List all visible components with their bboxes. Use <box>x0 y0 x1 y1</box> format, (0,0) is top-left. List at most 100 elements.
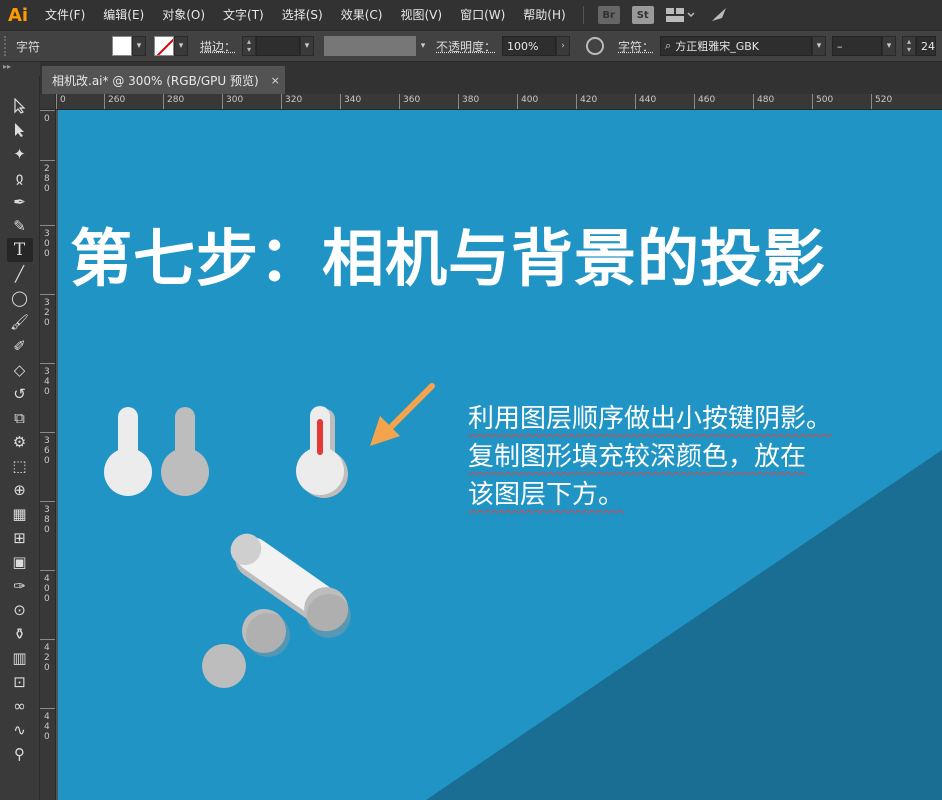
stroke-swatch[interactable] <box>154 36 174 56</box>
font-style-dropdown[interactable]: ▾ <box>882 36 897 56</box>
font-family-field[interactable]: ⌕ 方正粗雅宋_GBK <box>660 36 813 56</box>
canvas[interactable]: 第七步：相机与背景的投影 利用图层顺序做出小按键阴影。 复制图形填充较深颜色，放… <box>56 110 942 800</box>
ruler-tick-v: 420 <box>40 639 55 684</box>
rotate-tool-icon[interactable]: ↺ <box>7 382 33 406</box>
stroke-label[interactable]: 描边： <box>200 38 236 55</box>
ruler-tick-label: 380 <box>462 95 480 105</box>
menu-item-window[interactable]: 窗口(W) <box>451 0 514 30</box>
button-shadow[interactable] <box>161 407 209 496</box>
ruler-tick-label: 320 <box>44 298 50 328</box>
font-size-spinner[interactable]: ▴ ▾ <box>902 36 917 56</box>
fill-swatch[interactable] <box>112 36 132 56</box>
eyedropper-tool-icon[interactable]: ✑ <box>7 574 33 598</box>
artboard-title[interactable]: 第七步：相机与背景的投影 <box>70 208 826 298</box>
menu-separator <box>582 6 584 24</box>
free-transform-tool-icon[interactable]: ⬚ <box>7 454 33 478</box>
ruler-tick-h: 460 <box>694 94 734 109</box>
perspective-grid-tool-icon[interactable]: ▦ <box>7 502 33 526</box>
hand-tool-icon[interactable]: ∿ <box>7 718 33 742</box>
symbol-sprayer-tool-icon[interactable]: ⚱ <box>7 622 33 646</box>
tools-panel-header[interactable]: ▸▸ <box>0 62 40 76</box>
bridge-icon[interactable]: Br <box>597 6 620 24</box>
horizontal-ruler[interactable]: 0 260 280 300 320 340 360 380 400 420 440 460 480 500… <box>56 94 942 110</box>
note-line-1[interactable]: 利用图层顺序做出小按键阴影。 <box>468 398 832 435</box>
warp-tool-icon[interactable]: ⚙ <box>7 430 33 454</box>
shaper-tool-icon[interactable]: ✐ <box>7 334 33 358</box>
menu-item-object[interactable]: 对象(O) <box>153 0 214 30</box>
opacity-label[interactable]: 不透明度： <box>436 38 496 55</box>
font-style-field[interactable]: – <box>832 36 883 56</box>
recolor-artwork-icon[interactable] <box>586 37 605 55</box>
menu-item-select[interactable]: 选择(S) <box>273 0 332 30</box>
lasso-tool-icon[interactable]: ჲ <box>7 166 33 190</box>
type-tool-icon[interactable]: T <box>6 238 33 262</box>
close-icon[interactable]: × <box>271 74 280 87</box>
gradient-tool-icon[interactable]: ▣ <box>7 550 33 574</box>
ruler-tick-label: 320 <box>285 95 303 105</box>
artboard[interactable]: 第七步：相机与背景的投影 利用图层顺序做出小按键阴影。 复制图形填充较深颜色，放… <box>58 110 942 800</box>
menu-item-file[interactable]: 文件(F) <box>36 0 94 30</box>
stock-icon[interactable]: St <box>631 6 654 24</box>
pen-tool-icon[interactable]: ✒ <box>7 190 33 214</box>
ruler-tick-h: 380 <box>458 94 498 109</box>
panel-grip[interactable] <box>4 36 10 56</box>
font-size-field[interactable]: 24 <box>916 36 937 56</box>
opacity-arrow-button[interactable]: › <box>556 36 571 56</box>
ruler-tick-v: 280 <box>40 160 55 205</box>
column-graph-tool-icon[interactable]: ▥ <box>7 646 33 670</box>
note-line-3[interactable]: 该图层下方。 <box>468 474 624 511</box>
mesh-tool-icon[interactable]: ⊞ <box>7 526 33 550</box>
ruler-tick-h: 340 <box>340 94 380 109</box>
stroke-weight-spinner[interactable]: ▴ ▾ <box>242 36 257 56</box>
direct-selection-tool-icon[interactable] <box>7 118 33 142</box>
menu-item-help[interactable]: 帮助(H) <box>514 0 574 30</box>
eraser-tool-icon[interactable]: ◇ <box>7 358 33 382</box>
character-label[interactable]: 字符： <box>618 38 654 55</box>
stroke-dropdown[interactable]: ▾ <box>174 36 188 56</box>
curvature-tool-icon[interactable]: ✎ <box>7 214 33 238</box>
ruler-tick-label: 300 <box>44 229 50 259</box>
artboard-tool-icon[interactable]: ⊡ <box>7 670 33 694</box>
scale-tool-icon[interactable]: ⧉ <box>7 406 33 430</box>
profile-dropdown[interactable]: ▾ <box>416 36 431 56</box>
stroke-weight-field[interactable] <box>256 36 301 56</box>
document-tab[interactable]: 相机改.ai* @ 300% (RGB/GPU 预览) × <box>42 66 285 94</box>
blend-tool-icon[interactable]: ⊙ <box>7 598 33 622</box>
workspace-layout-icon[interactable] <box>665 8 696 22</box>
variable-width-profile[interactable] <box>324 36 417 56</box>
selection-tool-icon[interactable] <box>7 94 33 118</box>
vertical-ruler[interactable]: 0 280 300 320 340 360 380 400 420 440 <box>40 110 56 800</box>
magic-wand-tool-icon[interactable]: ✦ <box>7 142 33 166</box>
tools-panel: ✦ ჲ ✒ ✎ T ╱ ◯ 🖌 ✐ ◇ ↺ ⧉ ⚙ ⬚ ⊕ ▦ ⊞ ▣ ✑ ⊙ … <box>0 76 40 800</box>
font-family-dropdown[interactable]: ▾ <box>812 36 827 56</box>
ruler-tick-h: 320 <box>281 94 321 109</box>
button-light[interactable] <box>104 407 152 496</box>
ruler-tick-v: 300 <box>40 225 55 270</box>
paintbrush-tool-icon[interactable]: 🖌 <box>7 310 33 334</box>
menu-item-type[interactable]: 文字(T) <box>214 0 273 30</box>
ruler-tick-label: 520 <box>875 95 893 105</box>
ruler-tick-label: 420 <box>580 95 598 105</box>
ruler-origin[interactable] <box>40 94 56 110</box>
ruler-tick-h: 520 <box>871 94 911 109</box>
lens-pill-group[interactable] <box>202 525 362 688</box>
ruler-tick-label: 340 <box>44 367 50 397</box>
slice-tool-icon[interactable]: ∞ <box>7 694 33 718</box>
menu-item-view[interactable]: 视图(V) <box>391 0 451 30</box>
rocket-icon[interactable] <box>710 7 728 23</box>
shape-builder-tool-icon[interactable]: ⊕ <box>7 478 33 502</box>
ruler-tick-h: 480 <box>753 94 793 109</box>
ruler-tick-label: 280 <box>167 95 185 105</box>
menu-item-effect[interactable]: 效果(C) <box>332 0 392 30</box>
button-combined[interactable] <box>296 406 348 498</box>
fill-dropdown[interactable]: ▾ <box>132 36 146 56</box>
ruler-tick-v: 0 <box>40 110 55 155</box>
line-tool-icon[interactable]: ╱ <box>7 262 33 286</box>
search-icon: ⌕ <box>665 39 672 52</box>
menu-item-edit[interactable]: 编辑(E) <box>94 0 153 30</box>
ellipse-tool-icon[interactable]: ◯ <box>7 286 33 310</box>
note-line-2[interactable]: 复制图形填充较深颜色，放在 <box>468 436 806 473</box>
stroke-weight-dropdown[interactable]: ▾ <box>300 36 315 56</box>
zoom-tool-icon[interactable]: ⚲ <box>7 742 33 766</box>
opacity-field[interactable]: 100% <box>502 36 557 56</box>
